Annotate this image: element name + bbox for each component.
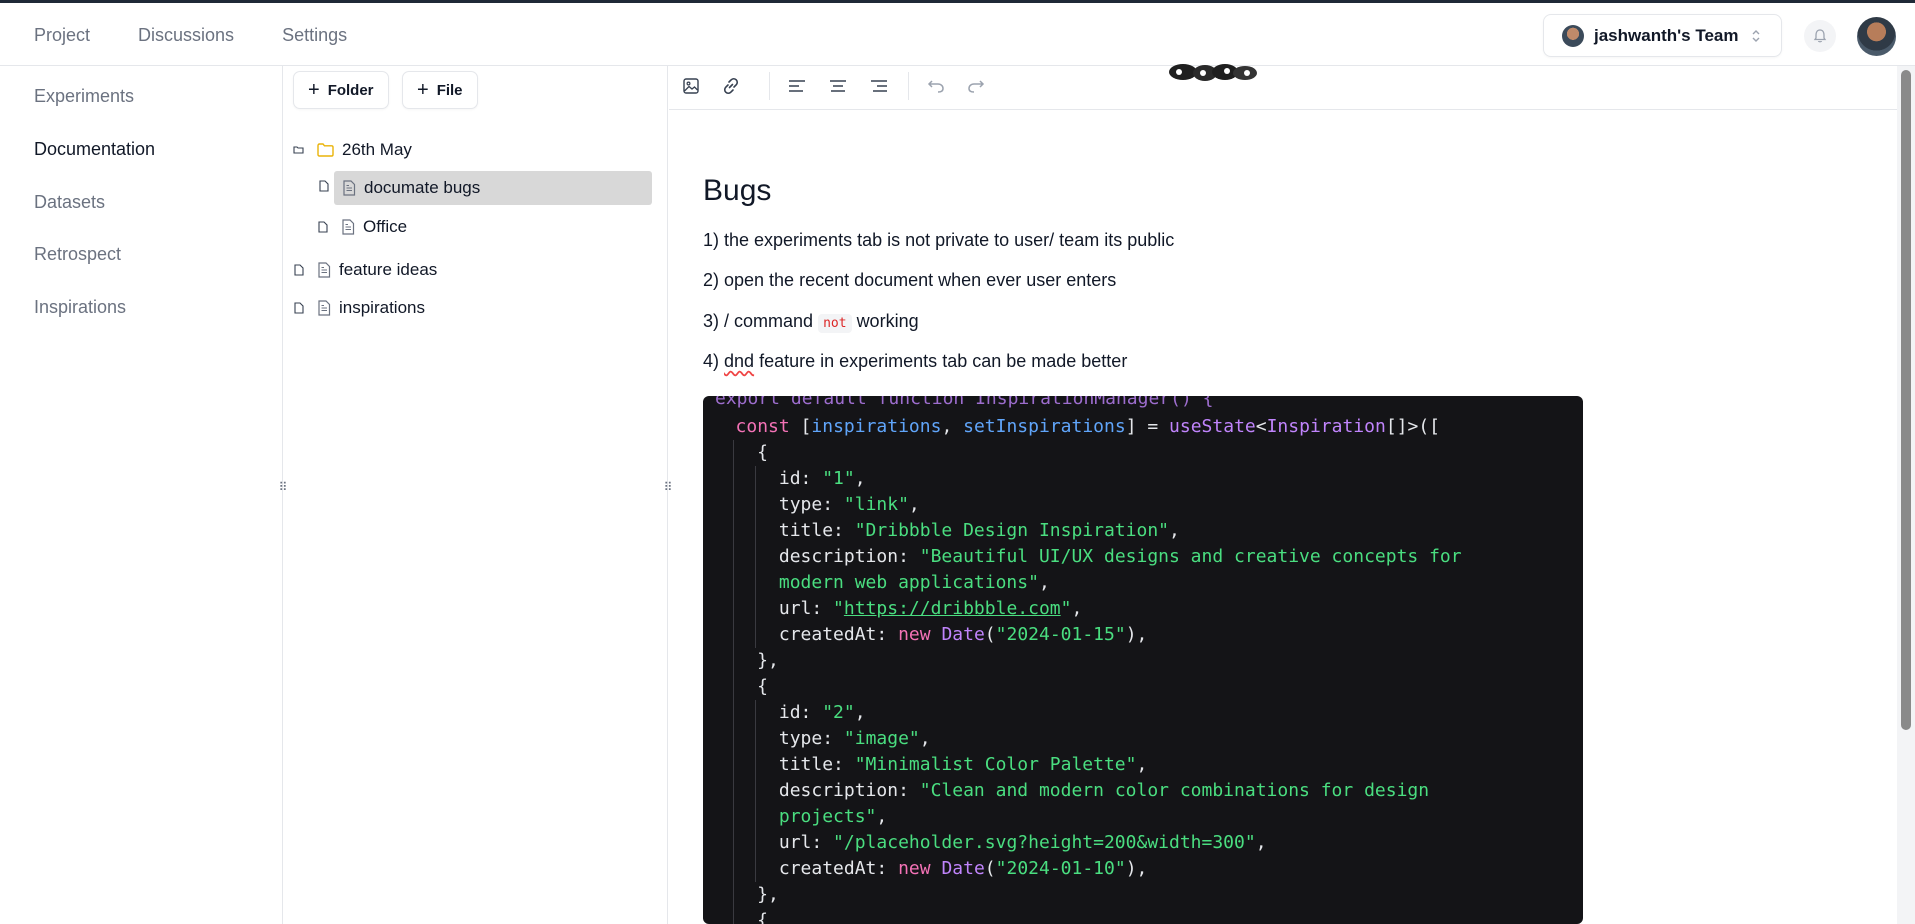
code-block-image: export default function InspirationManag… [703, 396, 1583, 924]
document-editor: Bugs 1) the experiments tab is not priva… [669, 64, 1897, 924]
bug-item-1[interactable]: 1) the experiments tab is not private to… [703, 230, 1174, 251]
bug-item-3[interactable]: 3) / command not working [703, 311, 919, 333]
file-text-icon [317, 262, 331, 278]
bug-item-4[interactable]: 4) dnd feature in experiments tab can be… [703, 351, 1127, 372]
plus-icon: + [417, 79, 429, 101]
file-leaf-icon [317, 221, 329, 233]
undo-icon[interactable] [921, 71, 951, 101]
plus-icon: + [308, 79, 320, 101]
file-leaf-icon [319, 179, 329, 197]
tree-item-folder[interactable]: 26th May [293, 133, 653, 167]
file-tree-panel: + Folder + File 26th May documate bugs O… [284, 66, 668, 924]
align-left-icon[interactable] [782, 71, 812, 101]
image-icon[interactable] [676, 71, 706, 101]
align-right-icon[interactable] [864, 71, 894, 101]
new-file-button[interactable]: + File [402, 71, 478, 109]
tree-item-file-selected[interactable]: documate bugs [334, 171, 652, 205]
toolbar-divider [908, 72, 909, 100]
top-nav: Project Discussions Settings [34, 25, 347, 46]
nav-discussions[interactable]: Discussions [138, 25, 234, 46]
inline-code: not [818, 314, 852, 333]
sidebar-item-experiments[interactable]: Experiments [34, 86, 134, 107]
top-navigation-bar: Project Discussions Settings jashwanth's… [0, 0, 1915, 66]
file-text-icon [341, 219, 355, 235]
tree-item-file[interactable]: inspirations [293, 291, 633, 325]
file-leaf-icon [293, 302, 305, 314]
editor-toolbar [669, 64, 1897, 110]
toolbar-divider [769, 72, 770, 100]
nav-settings[interactable]: Settings [282, 25, 347, 46]
sidebar-item-retrospect[interactable]: Retrospect [34, 244, 121, 265]
tree-item-file[interactable]: feature ideas [293, 253, 633, 287]
misspelled-word: dnd [724, 351, 755, 371]
file-text-icon [342, 180, 356, 196]
team-switcher[interactable]: jashwanth's Team [1543, 14, 1782, 57]
decorative-sticker-image [1169, 64, 1257, 81]
scrollbar-thumb[interactable] [1901, 70, 1911, 730]
link-icon[interactable] [716, 71, 746, 101]
document-heading[interactable]: Bugs [703, 174, 771, 208]
chevron-up-down-icon [1752, 29, 1759, 42]
editor-scrollbar[interactable] [1897, 66, 1915, 924]
folder-open-icon [293, 145, 305, 155]
align-center-icon[interactable] [823, 71, 853, 101]
sidebar: Experiments Documentation Datasets Retro… [0, 66, 283, 924]
user-avatar[interactable] [1857, 17, 1896, 56]
redo-icon[interactable] [961, 71, 991, 101]
bell-icon[interactable] [1804, 20, 1836, 52]
team-name: jashwanth's Team [1594, 25, 1739, 45]
file-leaf-icon [293, 264, 305, 276]
team-avatar [1562, 24, 1584, 47]
new-folder-button[interactable]: + Folder [293, 71, 389, 109]
code-header-line: export default function InspirationManag… [715, 396, 1214, 409]
sidebar-item-inspirations[interactable]: Inspirations [34, 297, 126, 318]
nav-project[interactable]: Project [34, 25, 90, 46]
tree-item-file[interactable]: Office [317, 210, 637, 244]
file-text-icon [317, 300, 331, 316]
bug-item-2[interactable]: 2) open the recent document when ever us… [703, 270, 1116, 291]
sidebar-item-datasets[interactable]: Datasets [34, 192, 105, 213]
folder-icon [317, 143, 334, 157]
sidebar-item-documentation[interactable]: Documentation [34, 139, 155, 160]
